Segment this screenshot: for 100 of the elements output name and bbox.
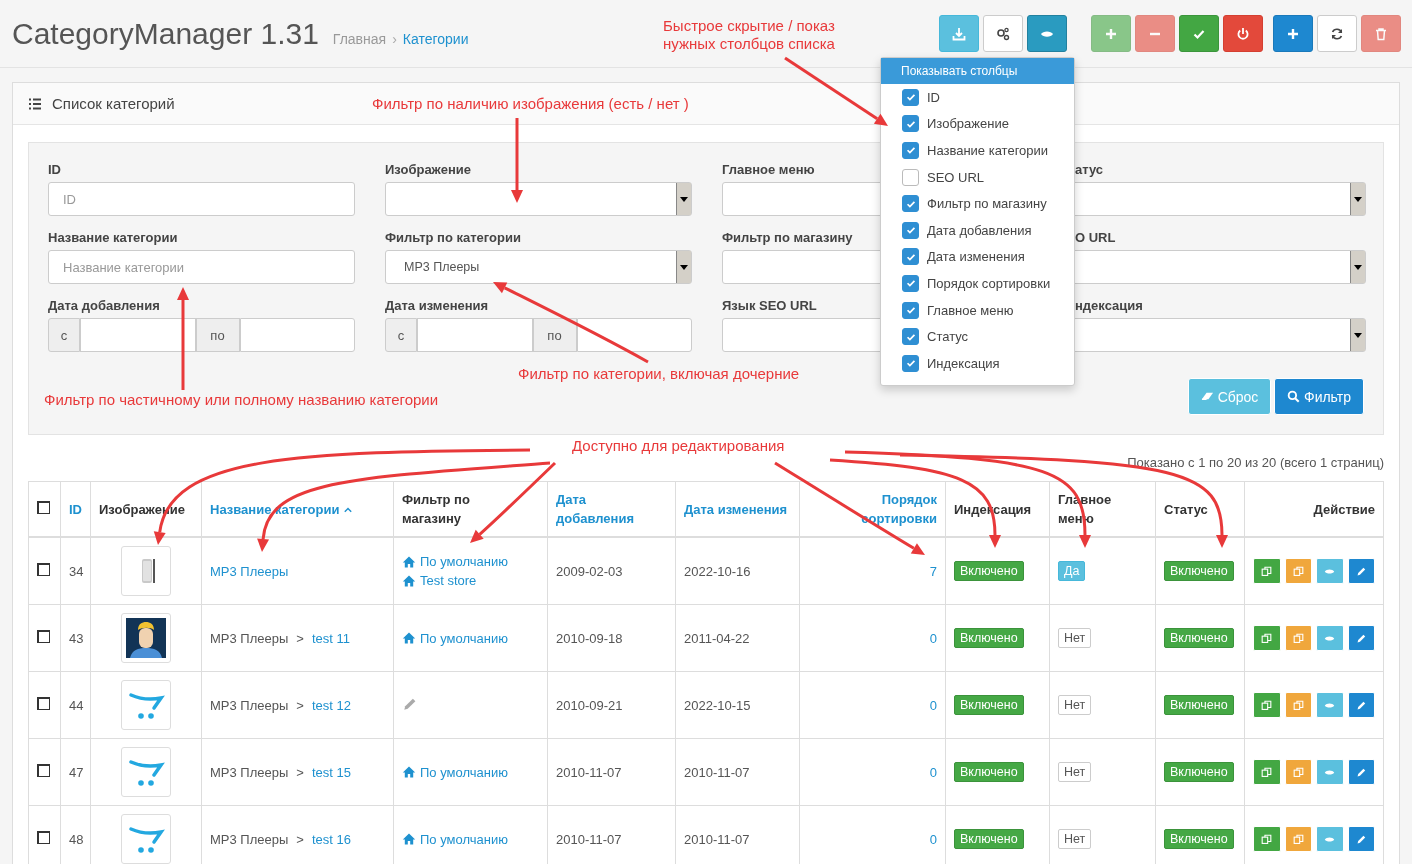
indexing-label[interactable]: Включено [954,762,1024,782]
filter-button[interactable]: Фильтр [1274,378,1364,415]
menu-label[interactable]: Нет [1058,628,1092,648]
sort-order-link[interactable]: 7 [929,563,937,579]
status-label[interactable]: Включено [1164,829,1234,849]
column-header[interactable]: ID [60,481,91,537]
indexing-label[interactable]: Включено [954,695,1024,715]
category-link[interactable]: test 11 [311,630,350,646]
menu-label[interactable]: Да [1058,561,1086,581]
view-button[interactable] [1316,625,1344,651]
date-text: 2010-11-07 [556,831,622,847]
column-option[interactable]: SEO URL [927,169,985,185]
status-label[interactable]: Включено [1164,561,1234,581]
column-option[interactable]: ID [927,89,940,105]
copy-button[interactable] [1284,558,1312,584]
breadcrumb-link[interactable]: Категории [402,30,469,47]
checkbox[interactable] [902,88,919,106]
checkbox[interactable] [37,697,50,710]
column-option[interactable]: Название категории [927,143,1049,158]
date-field[interactable] [239,318,355,352]
power-button[interactable] [1223,15,1263,52]
category-link[interactable]: test 15 [311,764,351,780]
gears-button[interactable] [983,15,1023,52]
checkbox[interactable] [902,142,919,159]
column-option[interactable]: Дата добавления [927,222,1032,238]
sort-order-link[interactable]: 0 [929,630,937,646]
sort-order-link[interactable]: 0 [929,764,937,780]
indexing-label[interactable]: Включено [954,829,1024,849]
checkbox[interactable] [902,328,919,346]
edit-button[interactable] [1347,625,1375,651]
category-link[interactable]: test 12 [311,697,351,713]
column-header[interactable]: Название категории [201,481,394,537]
store-link[interactable]: По умолчанию [402,552,539,571]
menu-label[interactable]: Нет [1058,762,1092,782]
check-button[interactable] [1179,15,1219,52]
status-label[interactable]: Включено [1164,628,1234,648]
column-option[interactable]: Индексация [927,355,1000,371]
edit-button[interactable] [1347,558,1375,584]
checkbox[interactable] [902,115,919,133]
columns-button[interactable] [1027,15,1067,52]
checkbox[interactable] [37,831,50,844]
status-label[interactable]: Включено [1164,695,1234,715]
menu-label[interactable]: Нет [1058,829,1092,849]
checkbox[interactable] [37,630,50,643]
checkbox[interactable] [37,764,50,777]
checkbox[interactable] [902,221,919,239]
sort-order-link[interactable]: 0 [929,831,937,847]
view-button[interactable] [1316,558,1344,584]
checkbox[interactable] [902,354,919,372]
copy-button[interactable] [1253,759,1281,785]
select-field[interactable] [385,182,692,216]
column-option[interactable]: Статус [927,329,969,345]
copy-icon [1292,766,1304,778]
view-button[interactable] [1316,692,1344,718]
edit-button[interactable] [1347,692,1375,718]
column-option[interactable]: Главное меню [927,302,1014,318]
input-field[interactable]: Название категории [48,250,355,284]
refresh-button[interactable] [1317,15,1357,52]
column-option[interactable]: Изображение [927,116,1009,132]
view-button[interactable] [1316,826,1344,852]
copy-button[interactable] [1284,625,1312,651]
edit-button[interactable] [1347,826,1375,852]
checkbox[interactable] [902,248,919,266]
category-link[interactable]: MP3 Плееры [210,563,289,579]
reset-button[interactable]: Сброс [1188,378,1271,415]
plus-button[interactable] [1273,15,1313,52]
edit-button[interactable] [1347,759,1375,785]
checkbox[interactable] [902,301,919,319]
date-field[interactable] [576,318,692,352]
copy-button[interactable] [1253,692,1281,718]
copy-button[interactable] [1284,759,1312,785]
store-link[interactable]: Test store [402,571,539,590]
view-button[interactable] [1316,759,1344,785]
input-field[interactable]: ID [48,182,355,216]
parent-category: MP3 Плееры [210,697,289,713]
date-field[interactable] [80,318,196,352]
copy-button[interactable] [1284,692,1312,718]
column-header[interactable]: Дата добавления [547,481,676,537]
column-header[interactable]: Дата изменения [675,481,800,537]
checkbox[interactable] [902,168,919,186]
copy-button[interactable] [1253,826,1281,852]
copy-button[interactable] [1253,558,1281,584]
status-label[interactable]: Включено [1164,762,1234,782]
checkbox[interactable] [37,563,50,576]
column-option[interactable]: Дата изменения [927,249,1025,265]
copy-button[interactable] [1253,625,1281,651]
indexing-label[interactable]: Включено [954,628,1024,648]
select-field[interactable]: MP3 Плееры [385,250,692,284]
breadcrumb-link[interactable]: Главная [332,30,387,47]
menu-label[interactable]: Нет [1058,695,1092,715]
checkbox[interactable] [37,500,50,514]
checkbox[interactable] [902,195,919,213]
column-option[interactable]: Фильтр по магазину [927,196,1047,212]
sort-order-link[interactable]: 0 [929,697,937,713]
column-option[interactable]: Порядок сортировки [927,275,1051,291]
date-field[interactable] [417,318,533,352]
copy-button[interactable] [1284,826,1312,852]
category-link[interactable]: test 16 [311,831,351,847]
indexing-label[interactable]: Включено [954,561,1024,581]
checkbox[interactable] [902,274,919,292]
